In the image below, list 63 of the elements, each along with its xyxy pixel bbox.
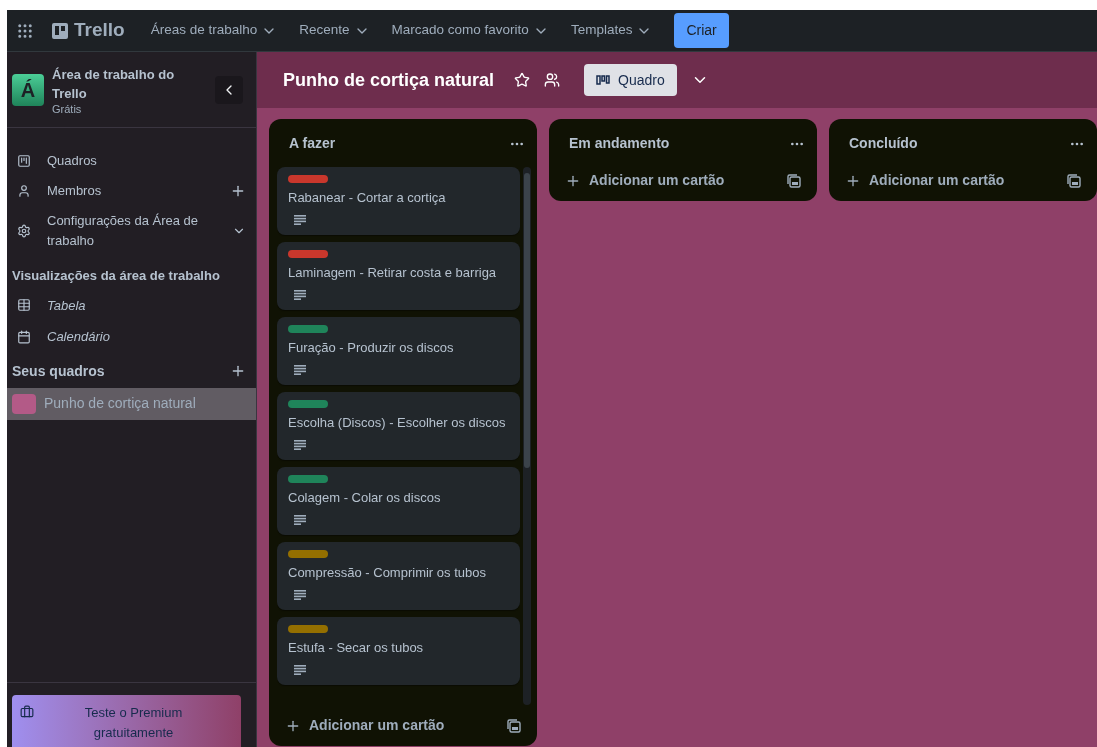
workspace-plan: Grátis [52, 102, 83, 115]
card-title: Colagem - Colar os discos [288, 489, 442, 507]
nav-menu[interactable]: Marcado como favorito [383, 14, 557, 47]
sidebar-item[interactable]: Tabela [7, 289, 256, 321]
sidebar-item[interactable]: Calendário [7, 321, 256, 353]
workspace-avatar: Á [12, 73, 44, 106]
calendar-icon [17, 329, 31, 344]
card-title: Compressão - Comprimir os tubos [288, 564, 487, 582]
description-icon [294, 440, 306, 450]
sidebar-item[interactable]: Configurações da Área de trabalho [7, 206, 256, 256]
list-title: Concluído [849, 134, 918, 153]
add-card-button[interactable]: Adicionar um cartão [845, 170, 1005, 191]
table-icon [17, 298, 31, 313]
list-title: A fazer [289, 134, 336, 153]
add-icon[interactable] [230, 183, 246, 199]
nav-menu[interactable]: Áreas de trabalho [142, 14, 286, 47]
board-view-icon [596, 75, 611, 85]
description-icon [294, 215, 306, 225]
section-title: Seus quadros [12, 361, 105, 381]
board-icon [17, 154, 31, 168]
card-title: Furação - Produzir os discos [288, 339, 455, 357]
add-icon[interactable] [230, 363, 246, 379]
briefcase-icon [20, 705, 34, 719]
description-icon [294, 515, 306, 525]
workspace-name: Área de trabalho do Trello [52, 65, 176, 103]
list-title: Em andamento [569, 134, 670, 153]
collapse-button[interactable] [215, 75, 243, 104]
apps-icon[interactable] [16, 21, 34, 40]
sidebar-item[interactable]: Membros [7, 176, 256, 206]
description-icon [294, 365, 306, 375]
card[interactable]: Colagem - Colar os discos [277, 467, 520, 535]
card[interactable]: Rabanear - Cortar a cortiça [277, 167, 520, 235]
card[interactable]: Furação - Produzir os discos [277, 317, 520, 385]
template-icon[interactable] [1067, 173, 1081, 188]
sidebar-item[interactable]: Quadros [7, 146, 256, 176]
card[interactable]: Estufa - Secar os tubos [277, 617, 520, 685]
logo-icon [52, 22, 68, 39]
card-title: Escolha (Discos) - Escolher os discos [288, 414, 507, 432]
view-button[interactable]: Quadro [584, 64, 677, 96]
description-icon [294, 665, 306, 675]
add-card-button[interactable]: Adicionar um cartão [285, 715, 445, 736]
add-card-button[interactable]: Adicionar um cartão [565, 170, 725, 191]
card-title: Estufa - Secar os tubos [288, 639, 425, 657]
template-icon[interactable] [787, 173, 801, 188]
people-icon[interactable] [544, 72, 561, 88]
nav-menu[interactable]: Recente [291, 14, 378, 47]
scrollbar[interactable] [523, 167, 531, 705]
logo-text[interactable]: Trello [74, 16, 125, 45]
settings-icon [17, 224, 31, 238]
person-icon [17, 184, 31, 198]
card[interactable]: Compressão - Comprimir os tubos [277, 542, 520, 610]
card-title: Rabanear - Cortar a cortiça [288, 189, 447, 207]
create-button[interactable]: Criar [674, 13, 729, 48]
section-title: Visualizações da área de trabalho [11, 267, 221, 285]
star-icon[interactable] [514, 72, 531, 88]
template-icon[interactable] [507, 718, 521, 733]
card-title: Laminagem - Retirar costa e barriga [288, 264, 498, 282]
card[interactable]: Laminagem - Retirar costa e barriga [277, 242, 520, 310]
nav-menu[interactable]: Templates [562, 14, 661, 47]
card[interactable]: Escolha (Discos) - Escolher os discos [277, 392, 520, 460]
description-icon [294, 290, 306, 300]
description-icon [294, 590, 306, 600]
board-title[interactable]: Punho de cortiça natural [283, 66, 495, 94]
